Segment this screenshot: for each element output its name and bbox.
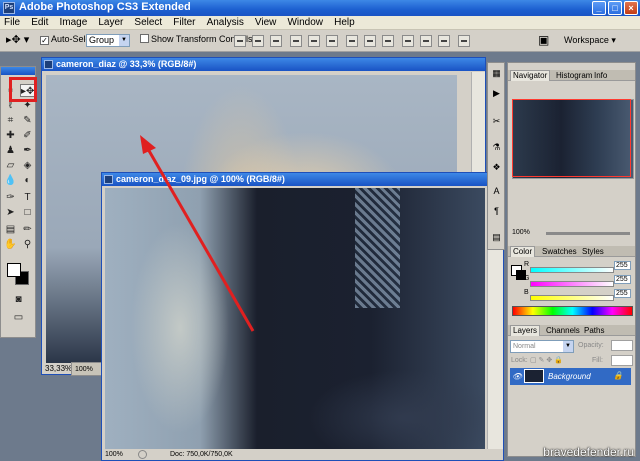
menu-select[interactable]: Select xyxy=(130,16,166,28)
menu-filter[interactable]: Filter xyxy=(169,16,199,28)
workspace-menu[interactable]: Workspace ▾ xyxy=(564,35,616,46)
menu-edit[interactable]: Edit xyxy=(27,16,52,28)
photoshop-logo-icon: Ps xyxy=(3,2,15,14)
distribute-top-icon[interactable] xyxy=(346,35,358,47)
app-title: Adobe Photoshop CS3 Extended xyxy=(19,1,191,13)
distribute-vcenter-icon[interactable] xyxy=(364,35,376,47)
align-hcenter-icon[interactable] xyxy=(308,35,320,47)
distribute-left-icon[interactable] xyxy=(402,35,414,47)
menu-image[interactable]: Image xyxy=(55,16,91,28)
close-icon[interactable]: × xyxy=(624,1,638,15)
arrow-shaft xyxy=(146,148,255,332)
menu-help[interactable]: Help xyxy=(330,16,359,28)
auto-select-dropdown[interactable]: Group ▼ xyxy=(86,34,130,47)
distribute-bottom-icon[interactable] xyxy=(382,35,394,47)
align-bottom-icon[interactable] xyxy=(270,35,282,47)
watermark: bravedefender.ru xyxy=(543,445,634,459)
menu-layer[interactable]: Layer xyxy=(94,16,127,28)
move-tool-preset-icon[interactable]: ▸✥ ▾ xyxy=(6,33,29,46)
file-browser-icon[interactable]: ▣ xyxy=(538,33,549,47)
menu-window[interactable]: Window xyxy=(283,16,327,28)
chevron-down-icon: ▼ xyxy=(119,35,129,46)
distribute-right-icon[interactable] xyxy=(438,35,450,47)
arrow-head xyxy=(140,135,156,154)
menu-file[interactable]: File xyxy=(0,16,24,28)
menu-view[interactable]: View xyxy=(251,16,281,28)
align-vcenter-icon[interactable] xyxy=(252,35,264,47)
align-top-icon[interactable] xyxy=(234,35,246,47)
auto-select-value: Group xyxy=(89,35,115,45)
align-left-icon[interactable] xyxy=(290,35,302,47)
foreground-color-swatch[interactable] xyxy=(7,263,21,277)
menu-analysis[interactable]: Analysis xyxy=(203,16,248,28)
maximize-icon[interactable]: □ xyxy=(608,1,622,15)
options-bar: ▸✥ ▾ Auto-Select: Group ▼ Show Transform… xyxy=(0,30,640,52)
align-right-icon[interactable] xyxy=(326,35,338,47)
menu-bar: File Edit Image Layer Select Filter Anal… xyxy=(0,16,640,30)
distribute-hcenter-icon[interactable] xyxy=(420,35,432,47)
annotation-arrow xyxy=(140,135,255,332)
minimize-icon[interactable]: _ xyxy=(592,1,606,15)
auto-align-icon[interactable] xyxy=(458,35,470,47)
app-titlebar: Ps Adobe Photoshop CS3 Extended _ □ × xyxy=(0,0,640,16)
workspace-area: ▸✥ ◌ ℓ ✦ ⌗ ✎ ✚ ✐ ♟ ✒ ▱ ◈ 💧 ◐ ✑ T ➤ □ ▤ ✏… xyxy=(0,52,640,461)
